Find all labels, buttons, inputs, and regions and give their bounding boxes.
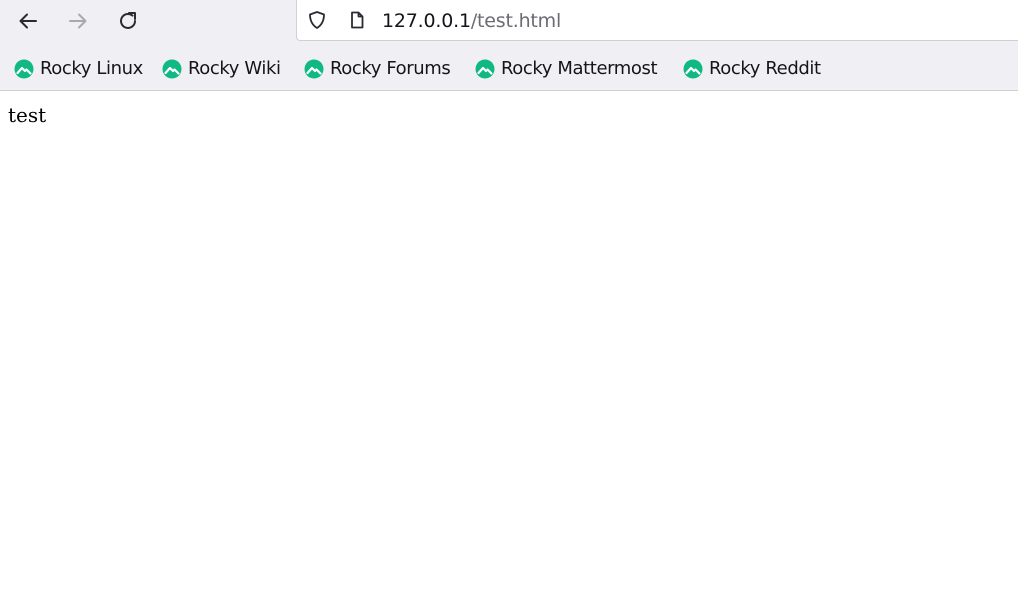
rocky-logo-icon — [162, 59, 182, 79]
browser-window: 127.0.0.1/test.html Rocky Linux Rocky Wi… — [0, 0, 1018, 606]
rocky-logo-icon — [683, 59, 703, 79]
bookmark-label: Rocky Wiki — [188, 58, 281, 79]
bookmark-rocky-mattermost[interactable]: Rocky Mattermost — [475, 57, 658, 81]
bookmark-label: Rocky Forums — [330, 58, 451, 79]
back-button[interactable] — [12, 6, 44, 36]
page-body-text: test — [8, 103, 47, 127]
rocky-logo-icon — [14, 59, 34, 79]
bookmark-rocky-reddit[interactable]: Rocky Reddit — [683, 57, 821, 81]
forward-button[interactable] — [62, 6, 94, 36]
bookmarks-toolbar: Rocky Linux Rocky Wiki Rocky Forums Rock… — [0, 44, 1018, 91]
bookmark-label: Rocky Mattermost — [501, 58, 658, 79]
bookmark-rocky-forums[interactable]: Rocky Forums — [304, 57, 451, 81]
rocky-logo-icon — [304, 59, 324, 79]
arrow-left-icon — [19, 13, 37, 29]
shield-icon[interactable] — [307, 10, 327, 30]
page-content: test — [0, 91, 1018, 606]
document-icon[interactable] — [347, 10, 367, 30]
bookmark-rocky-linux[interactable]: Rocky Linux — [14, 57, 143, 81]
url-text[interactable]: 127.0.0.1/test.html — [382, 9, 561, 33]
reload-button[interactable] — [112, 6, 144, 36]
navigation-toolbar: 127.0.0.1/test.html — [0, 0, 1018, 44]
address-bar[interactable]: 127.0.0.1/test.html — [296, 0, 1018, 41]
bookmark-label: Rocky Reddit — [709, 58, 821, 79]
bookmark-label: Rocky Linux — [40, 58, 143, 79]
arrow-right-icon — [69, 13, 87, 29]
url-path: /test.html — [470, 10, 562, 32]
rocky-logo-icon — [475, 59, 495, 79]
url-host: 127.0.0.1 — [382, 10, 471, 32]
reload-icon — [120, 12, 136, 29]
bookmark-rocky-wiki[interactable]: Rocky Wiki — [162, 57, 281, 81]
